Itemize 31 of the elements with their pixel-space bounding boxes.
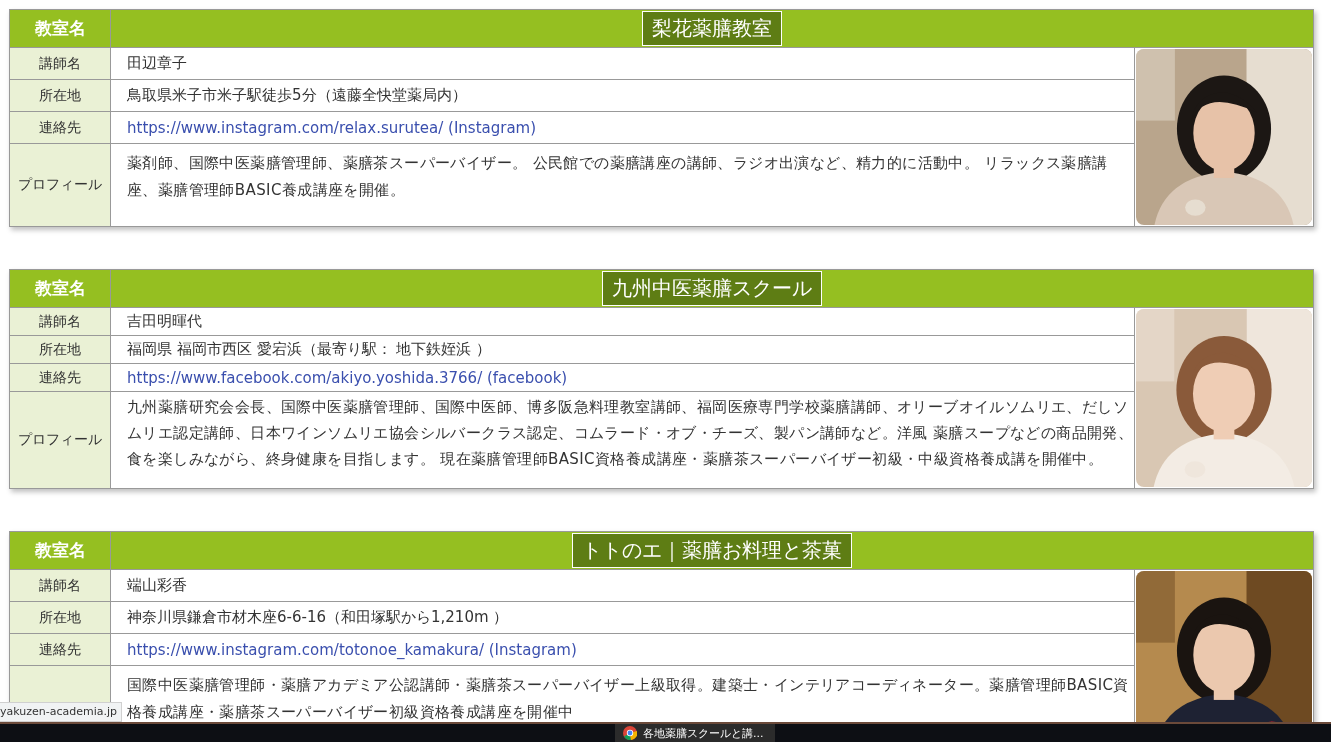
row-value: 福岡県 福岡市西区 愛宕浜（最寄り駅： 地下鉄姪浜 ） — [111, 336, 1134, 363]
row-label: 講師名 — [10, 308, 110, 335]
contact-link[interactable]: https://www.instagram.com/relax.surutea/ (Instagram) — [127, 118, 537, 137]
row-label: 講師名 — [10, 570, 110, 601]
contact-link[interactable]: https://www.facebook.com/akiyo.yoshida.3766/ (facebook) — [127, 368, 568, 387]
status-url: yakuzen-academia.jp — [0, 702, 123, 722]
contact-link[interactable]: https://www.instagram.com/totonoe_kamakura/ (Instagram) — [127, 640, 577, 659]
header-label: 教室名 — [10, 10, 110, 47]
row-value: 端山彩香 — [111, 570, 1134, 601]
row-label: プロフィール — [10, 144, 110, 226]
school-title: 九州中医薬膳スクール — [602, 271, 822, 306]
row-value: 吉田明暉代 — [111, 308, 1134, 335]
school-title: 梨花薬膳教室 — [642, 11, 782, 46]
browser-icon — [623, 726, 637, 740]
school-title: トトのエ｜薬膳お料理と茶菓 — [572, 533, 852, 568]
row-value: 神奈川県鎌倉市材木座6-6-16（和田塚駅から1,210m ） — [111, 602, 1134, 633]
row-label: 連絡先 — [10, 364, 110, 391]
row-label: 所在地 — [10, 80, 110, 111]
row-label: プロフィール — [10, 392, 110, 488]
header-label: 教室名 — [10, 532, 110, 569]
row-label: 講師名 — [10, 48, 110, 79]
row-label: 連絡先 — [10, 634, 110, 665]
row-value: 田辺章子 — [111, 48, 1134, 79]
taskbar-tab[interactable]: 各地薬膳スクールと講... — [615, 724, 775, 742]
row-label: 連絡先 — [10, 112, 110, 143]
header-label: 教室名 — [10, 270, 110, 307]
row-value: 鳥取県米子市米子駅徒歩5分（遠藤全快堂薬局内） — [111, 80, 1134, 111]
row-label: 所在地 — [10, 336, 110, 363]
profile-text: 九州薬膳研究会会長、国際中医薬膳管理師、国際中医師、博多阪急料理教室講師、福岡医療専門学校薬膳講師、オリーブオイルソムリエ、だしソムリエ認定講師、日本ワインソムリエ協会シルバークラス認定、コムラード・オブ・チーズ、製パン講師など。洋風 薬膳スープなどの商品開発、食を楽しみながら、終身健康を目指します。 現在薬膳管理師BASIC資格養成講座・薬膳茶スーパーバイザー初級・中級資格養成講を開催中。 — [111, 392, 1134, 488]
row-label: 所在地 — [10, 602, 110, 633]
profile-text: 薬剤師、国際中医薬膳管理師、薬膳茶スーパーバイザー。 公民館での薬膳講座の講師、ラジオ出演など、精力的に活動中。 リラックス薬膳講座、薬膳管理師BASIC養成講座を開催。 — [111, 144, 1134, 226]
